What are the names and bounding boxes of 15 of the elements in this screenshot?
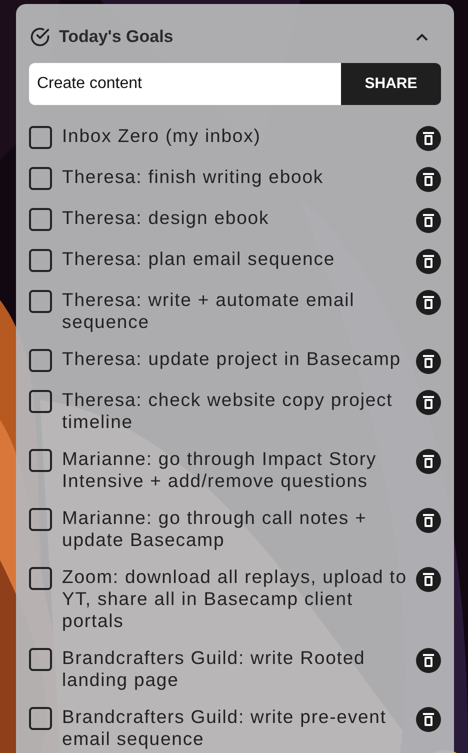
goal-text: Marianne: go through Impact Story Intensive + add/remove questions bbox=[62, 448, 378, 492]
goal-text: Brandcrafters Guild: write pre-event email sequence bbox=[62, 706, 388, 750]
goal-text: Inbox Zero (my inbox) bbox=[62, 125, 262, 147]
goal-text: Theresa: update project in Basecamp bbox=[62, 348, 402, 370]
goal-text: Brandcrafters Guild: write Rooted landing page bbox=[62, 647, 366, 691]
goal-text: Theresa: check website copy project timeline bbox=[62, 389, 394, 433]
panel-title: Today's Goals bbox=[59, 26, 174, 48]
goal-text: Marianne: go through call notes + update Basecamp bbox=[62, 507, 368, 551]
goal-text: Theresa: finish writing ebook bbox=[62, 166, 325, 188]
share-button[interactable]: SHARE bbox=[341, 63, 441, 105]
goal-text: Theresa: write + automate email sequence bbox=[62, 289, 356, 333]
goal-text: Theresa: plan email sequence bbox=[62, 248, 336, 270]
goal-text: Zoom: download all replays, upload to YT, share all in Basecamp client portals bbox=[62, 566, 407, 632]
goal-text: Theresa: design ebook bbox=[62, 207, 270, 229]
goal-input-field[interactable]: Create content bbox=[29, 63, 341, 105]
